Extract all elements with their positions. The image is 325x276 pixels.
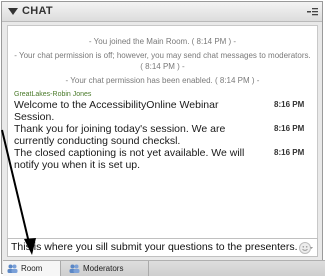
tab-label: Moderators: [83, 264, 124, 273]
chat-tab-bar: Room Moderators: [3, 260, 325, 276]
chat-titlebar: CHAT: [2, 2, 322, 22]
message-time: 8:16 PM: [274, 100, 305, 109]
chat-pod: CHAT - You joined the Main Room. ( 8:14 …: [1, 1, 325, 276]
message-time: 8:16 PM: [274, 124, 305, 133]
message-text: Thank you for joining today's session. W…: [14, 123, 226, 147]
users-icon: [7, 264, 18, 273]
system-message: - Your chat permission has been enabled.…: [65, 76, 260, 85]
message-time: 8:16 PM: [274, 148, 305, 157]
tab-room[interactable]: Room: [3, 261, 61, 276]
chat-message: The closed captioning is not yet availab…: [14, 147, 304, 171]
pod-menu-icon[interactable]: [306, 6, 318, 18]
message-text: Welcome to the AccessibilityOnline Webin…: [14, 99, 219, 123]
collapse-triangle-icon[interactable]: [8, 8, 18, 16]
system-message: - Your chat permission is off; however, …: [14, 51, 311, 71]
chat-title: CHAT: [22, 5, 53, 17]
chat-input-row: This is where you sill submit your quest…: [7, 238, 318, 257]
system-message: - You joined the Main Room. ( 8:14 PM ) …: [88, 37, 237, 46]
tab-moderators[interactable]: Moderators: [65, 261, 149, 276]
tab-label: Room: [21, 264, 43, 273]
chat-input[interactable]: This is where you sill submit your quest…: [11, 241, 298, 253]
chat-message: Welcome to the AccessibilityOnline Webin…: [14, 99, 304, 123]
chat-message: Thank you for joining today's session. W…: [14, 123, 304, 147]
emoticon-icon[interactable]: [299, 241, 313, 255]
chat-message-area[interactable]: - You joined the Main Room. ( 8:14 PM ) …: [7, 25, 318, 249]
message-sender: GreatLakes-Robin Jones: [14, 91, 92, 98]
message-text: The closed captioning is not yet availab…: [14, 147, 245, 171]
users-icon: [69, 264, 80, 273]
